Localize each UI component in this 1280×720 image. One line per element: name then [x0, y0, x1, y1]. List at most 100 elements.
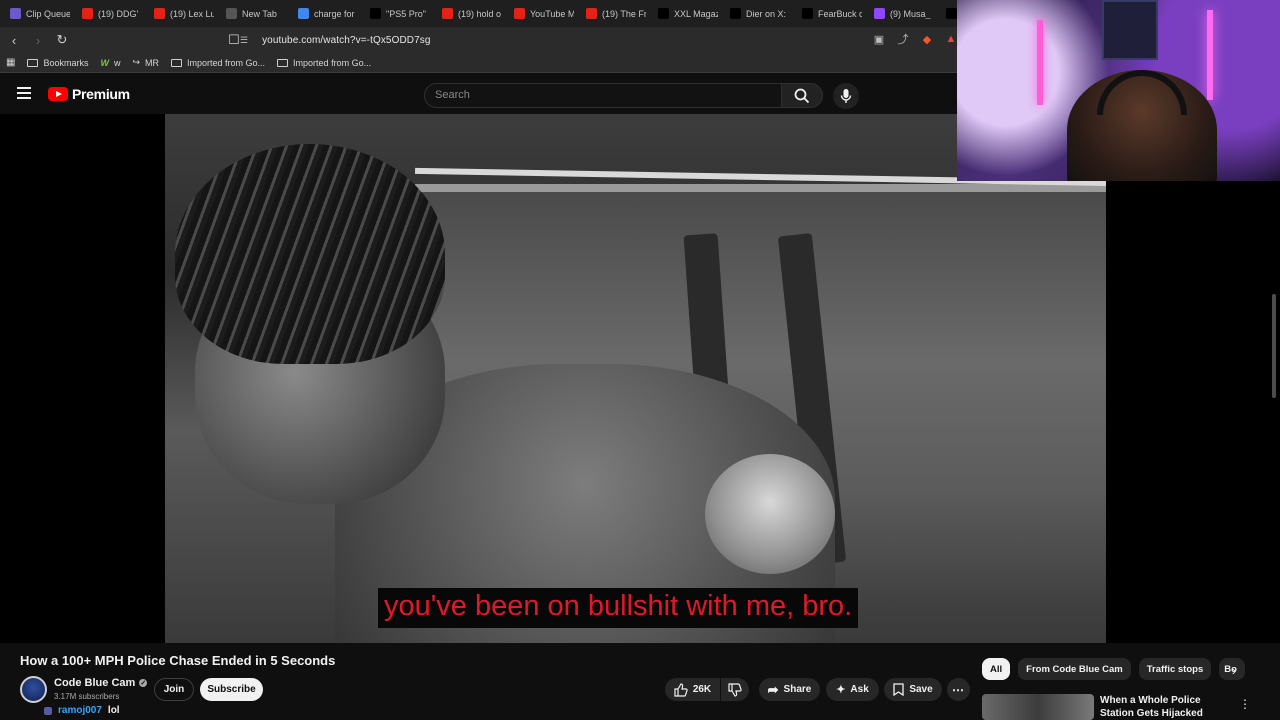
browser-tab[interactable]: New Tab: [220, 0, 292, 27]
chevron-right-icon[interactable]: ›: [1226, 662, 1242, 678]
browser-tab[interactable]: (9) Musa_: [868, 0, 940, 27]
tab-favicon-icon: [370, 8, 381, 19]
search-input[interactable]: Search: [424, 83, 782, 108]
thumbs-down-icon: [728, 682, 742, 697]
video-caption: you've been on bullshit with me, bro.: [378, 588, 859, 628]
channel-name[interactable]: Code Blue Cam ✓: [54, 677, 148, 689]
browser-tab[interactable]: (19) hold o: [436, 0, 508, 27]
recommended-video-thumbnail[interactable]: [982, 694, 1094, 720]
bookmark-label: Imported from Go...: [187, 57, 266, 68]
tab-title: (19) DDG': [98, 8, 139, 19]
search-icon: [794, 88, 810, 103]
share-icon: ➦: [767, 681, 779, 697]
browser-tab[interactable]: "PS5 Pro": [364, 0, 436, 27]
tab-favicon-icon: [874, 8, 885, 19]
join-button[interactable]: Join: [154, 678, 194, 701]
browser-tab[interactable]: charge for: [292, 0, 364, 27]
tab-favicon-icon: [658, 8, 669, 19]
more-actions-button[interactable]: ⋯: [947, 678, 970, 701]
browser-tab[interactable]: Dier on X:: [724, 0, 796, 27]
share-button[interactable]: ➦ Share: [759, 678, 820, 701]
ask-button[interactable]: ✦ Ask: [826, 678, 879, 701]
recommendation-chips: All From Code Blue Cam Traffic stops Bo: [982, 658, 1246, 680]
address-bar[interactable]: ☰ youtube.com/watch?v=-tQx5ODD7sg: [240, 30, 960, 50]
tab-favicon-icon: [514, 8, 525, 19]
brave-shield-icon[interactable]: ◆: [920, 32, 934, 46]
tab-title: YouTube M: [530, 8, 574, 19]
bookmark-item[interactable]: ↪ MR: [132, 57, 159, 68]
rewards-icon[interactable]: ▲: [944, 32, 958, 46]
folder-icon: [27, 58, 39, 67]
tab-title: (19) Lex Lu: [170, 8, 214, 19]
sparkle-icon: ✦: [836, 684, 846, 696]
tab-title: Dier on X:: [746, 8, 787, 19]
chip-all[interactable]: All: [982, 658, 1011, 680]
comment-username: ramoj007: [58, 705, 102, 716]
bookmark-label: MR: [145, 57, 160, 68]
browser-tab[interactable]: (19) DDG': [76, 0, 148, 27]
recommended-video-title[interactable]: When a Whole Police Station Gets Hijacke…: [1100, 694, 1230, 720]
channel-avatar[interactable]: [20, 676, 47, 703]
bookmark-item[interactable]: Imported from Go...: [277, 58, 371, 68]
reload-icon[interactable]: ↻: [52, 30, 72, 50]
chat-badge-icon: [44, 706, 52, 715]
more-vertical-icon[interactable]: ⋮: [1239, 697, 1251, 711]
chip-traffic-stops[interactable]: Traffic stops: [1138, 658, 1212, 680]
browser-tab[interactable]: FearBuck c: [796, 0, 868, 27]
folder-icon: [171, 58, 183, 67]
tab-favicon-icon: [442, 8, 453, 19]
channel-name-text: Code Blue Cam: [54, 677, 136, 689]
webcam-light: [1037, 20, 1043, 105]
chip-from-channel[interactable]: From Code Blue Cam: [1018, 658, 1131, 680]
logo-text: Premium: [72, 86, 130, 102]
forward-icon[interactable]: ›: [28, 30, 48, 50]
tab-favicon-icon: [10, 8, 21, 19]
youtube-play-icon: [48, 87, 68, 101]
page-scrollbar[interactable]: [1272, 294, 1276, 398]
tab-title: XXL Magaz: [674, 8, 718, 19]
bookmark-label: Imported from Go...: [293, 57, 372, 68]
browser-tab[interactable]: Clip Queue: [4, 0, 76, 27]
site-info-icon[interactable]: ☰: [240, 35, 248, 46]
like-button[interactable]: 26K: [665, 678, 720, 701]
video-player[interactable]: you've been on bullshit with me, bro.: [0, 114, 1280, 643]
browser-tab[interactable]: (19) The Fr: [580, 0, 652, 27]
voice-search-button[interactable]: [833, 83, 859, 109]
tab-title: (19) hold o: [458, 8, 502, 19]
browser-tab[interactable]: YouTube M: [508, 0, 580, 27]
tab-title: charge for: [314, 8, 355, 19]
search-button[interactable]: [781, 83, 823, 108]
share-page-icon[interactable]: ⤴: [896, 32, 910, 46]
browser-tab[interactable]: (19) Lex Lu: [148, 0, 220, 27]
webcam-light: [1207, 10, 1213, 100]
browser-tab[interactable]: XXL Magaz: [652, 0, 724, 27]
apps-grid-icon[interactable]: ▦: [6, 57, 15, 68]
share-label: Share: [783, 684, 812, 695]
save-button[interactable]: Save: [884, 678, 942, 701]
menu-icon[interactable]: [17, 87, 31, 99]
tab-favicon-icon: [730, 8, 741, 19]
w-logo-icon: W: [100, 57, 109, 68]
folder-icon: [277, 58, 289, 67]
bookmark-label: Bookmarks: [43, 57, 89, 68]
url-text: youtube.com/watch?v=-tQx5ODD7sg: [262, 34, 431, 46]
bookmark-item[interactable]: Ww: [100, 58, 120, 68]
dislike-button[interactable]: [721, 678, 749, 701]
tab-favicon-icon: [802, 8, 813, 19]
bookmark-icon: [893, 683, 904, 696]
screen: Clip Queue (19) DDG' (19) Lex Lu New Tab cha…: [0, 0, 1280, 720]
bookmark-item[interactable]: Bookmarks: [27, 58, 88, 68]
video-person-arm: [705, 454, 835, 574]
back-icon[interactable]: ‹: [4, 30, 24, 50]
bookmark-item[interactable]: Imported from Go...: [171, 58, 265, 68]
youtube-premium-logo[interactable]: Premium: [48, 86, 130, 102]
tab-favicon-icon: [586, 8, 597, 19]
webcam-overlay: [957, 0, 1280, 181]
cast-icon[interactable]: ▣: [872, 32, 886, 46]
bookmark-label: w: [113, 57, 121, 68]
tab-title: Clip Queue: [26, 8, 70, 19]
like-count: 26K: [692, 684, 712, 695]
tab-title: (9) Musa_: [890, 8, 931, 19]
subscribe-button[interactable]: Subscribe: [200, 678, 263, 701]
live-comment: ramoj007 lol: [44, 705, 120, 716]
